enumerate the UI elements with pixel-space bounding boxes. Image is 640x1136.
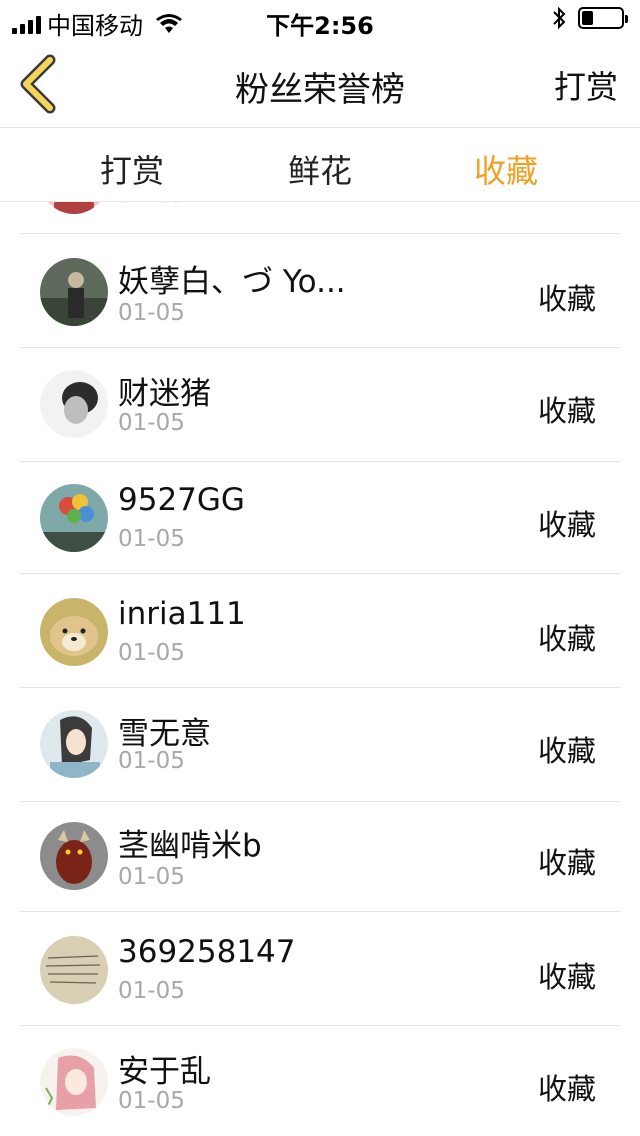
tab-reward[interactable]: 打赏 (100, 146, 164, 192)
battery-icon (578, 7, 628, 29)
item-action: 收藏 (537, 622, 596, 656)
list-item[interactable]: 妖孽白、づ Yo... 01-05 收藏 (20, 234, 620, 348)
list-item[interactable]: 茎幽啃米b 01-05 收藏 (20, 798, 620, 912)
item-name: 安于乱 (118, 1054, 211, 1090)
page-title: 粉丝荣誉榜 (235, 70, 405, 110)
item-action: 收藏 (537, 394, 596, 428)
tab-bar: 打赏 鲜花 收藏 (0, 128, 640, 202)
item-name: 9527GG (118, 482, 245, 518)
avatar (40, 710, 108, 778)
item-date: 01-05 (118, 864, 185, 890)
fan-list: 01-05 妖孽白、づ Yo... 01-05 收藏 财迷猪 01-05 收藏 (20, 202, 620, 1136)
item-action: 收藏 (537, 1072, 596, 1106)
status-time: 下午2:56 (266, 12, 374, 40)
item-action: 收藏 (537, 282, 596, 316)
avatar (40, 822, 108, 890)
item-name: 369258147 (118, 934, 296, 970)
avatar (40, 202, 108, 214)
tab-favorites[interactable]: 收藏 (474, 146, 538, 192)
status-right (552, 6, 628, 30)
item-name: 雪无意 (118, 716, 211, 752)
list-item[interactable]: 9527GG 01-05 收藏 (20, 460, 620, 574)
item-date: 01-05 (118, 410, 185, 436)
list-item[interactable]: 雪无意 01-05 收藏 (20, 688, 620, 802)
avatar (40, 258, 108, 326)
item-action: 收藏 (537, 734, 596, 768)
avatar (40, 598, 108, 666)
list-item[interactable]: 安于乱 01-05 收藏 (20, 1026, 620, 1136)
avatar (40, 370, 108, 438)
list-item[interactable]: 财迷猪 01-05 收藏 (20, 348, 620, 462)
item-name: 茎幽啃米b (118, 828, 262, 864)
nav-bar: 粉丝荣誉榜 打赏 (0, 40, 640, 128)
item-date: 01-05 (118, 748, 185, 774)
item-name: 财迷猪 (118, 376, 211, 412)
avatar (40, 936, 108, 1004)
avatar (40, 1048, 108, 1116)
item-name: inria111 (118, 596, 246, 632)
item-date: 01-05 (118, 1088, 185, 1114)
tab-flowers[interactable]: 鲜花 (288, 146, 352, 192)
bluetooth-icon (553, 6, 566, 30)
status-bar: 中国移动 下午2:56 (0, 0, 640, 40)
item-date: 01-05 (118, 202, 185, 208)
list-item[interactable]: 369258147 01-05 收藏 (20, 912, 620, 1026)
list-item[interactable]: 01-05 (20, 202, 620, 234)
reward-button[interactable]: 打赏 (554, 62, 618, 108)
item-date: 01-05 (118, 300, 185, 326)
item-action: 收藏 (537, 960, 596, 994)
avatar (40, 484, 108, 552)
item-date: 01-05 (118, 640, 185, 666)
item-action: 收藏 (537, 846, 596, 880)
item-name: 妖孽白、づ Yo... (118, 264, 346, 300)
item-date: 01-05 (118, 526, 185, 552)
item-action: 收藏 (537, 508, 596, 542)
item-date: 01-05 (118, 978, 185, 1004)
list-item[interactable]: inria111 01-05 收藏 (20, 574, 620, 688)
